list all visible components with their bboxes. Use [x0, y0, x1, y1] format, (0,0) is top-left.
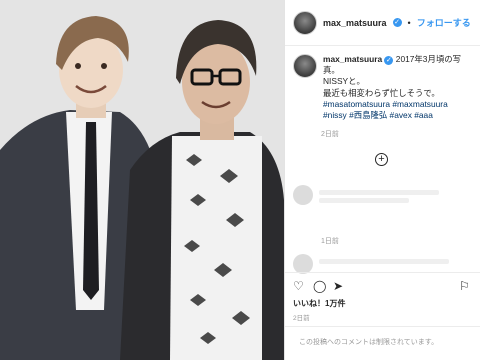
- username[interactable]: max_matsuura: [323, 18, 387, 28]
- post-date: 2日前: [293, 315, 310, 322]
- photo-illustration: [0, 0, 284, 360]
- separator-dot: •: [407, 17, 411, 28]
- heart-icon[interactable]: ♡: [293, 279, 304, 293]
- instagram-post-frame: max_matsuura ✓ • フォローする max_matsuura ✓ 2…: [0, 0, 480, 360]
- comment-line: [319, 190, 439, 195]
- avatar[interactable]: [293, 10, 317, 35]
- follow-button[interactable]: フォローする: [417, 16, 471, 29]
- comment-line: [319, 198, 409, 203]
- post-header: max_matsuura ✓ • フォローする: [285, 0, 480, 46]
- comment-placeholder: [293, 185, 439, 205]
- caption-timestamp: 2日前: [321, 131, 339, 139]
- comment-icon[interactable]: ◯: [313, 279, 326, 293]
- comment-timestamp: 1日前: [321, 238, 339, 245]
- caption-avatar[interactable]: [293, 54, 317, 78]
- caption-line-3: NISSYと。: [323, 76, 365, 87]
- caption-line-1: 2017年3月頃の写: [395, 54, 461, 64]
- caption-line-2: 真。: [323, 65, 340, 76]
- comment-line: [319, 259, 449, 264]
- caption-block: max_matsuura ✓ 2017年3月頃の写 真。 NISSYと。 最近も…: [293, 54, 475, 139]
- hashtag-line-1[interactable]: #masatomatsuura #maxmatsuura: [323, 99, 448, 109]
- verified-badge-icon: ✓: [384, 56, 394, 65]
- caption-text: max_matsuura ✓ 2017年3月頃の写 真。 NISSYと。 最近も…: [323, 54, 473, 121]
- comment-placeholder: [293, 254, 449, 274]
- post-side-panel: max_matsuura ✓ • フォローする max_matsuura ✓ 2…: [284, 0, 480, 360]
- comments-limited-notice: この投稿へのコメントは制限されています。: [285, 326, 480, 360]
- like-count[interactable]: いいね！1万件: [293, 298, 345, 309]
- caption-username[interactable]: max_matsuura: [323, 54, 382, 64]
- action-bar: ♡ ◯ ➤ ⚐: [285, 272, 480, 296]
- hashtag-line-2[interactable]: #nissy #西島隆弘 #avex #aaa: [323, 110, 433, 120]
- comment-avatar: [293, 254, 313, 274]
- caption-line-4: 最近も相変わらず忙しそうで。: [323, 87, 440, 98]
- plus-circle-icon[interactable]: +: [375, 153, 388, 166]
- bookmark-icon[interactable]: ⚐: [459, 279, 470, 293]
- post-photo: [0, 0, 284, 360]
- verified-badge-icon: ✓: [392, 18, 402, 27]
- share-icon[interactable]: ➤: [333, 279, 343, 293]
- comment-avatar: [293, 185, 313, 205]
